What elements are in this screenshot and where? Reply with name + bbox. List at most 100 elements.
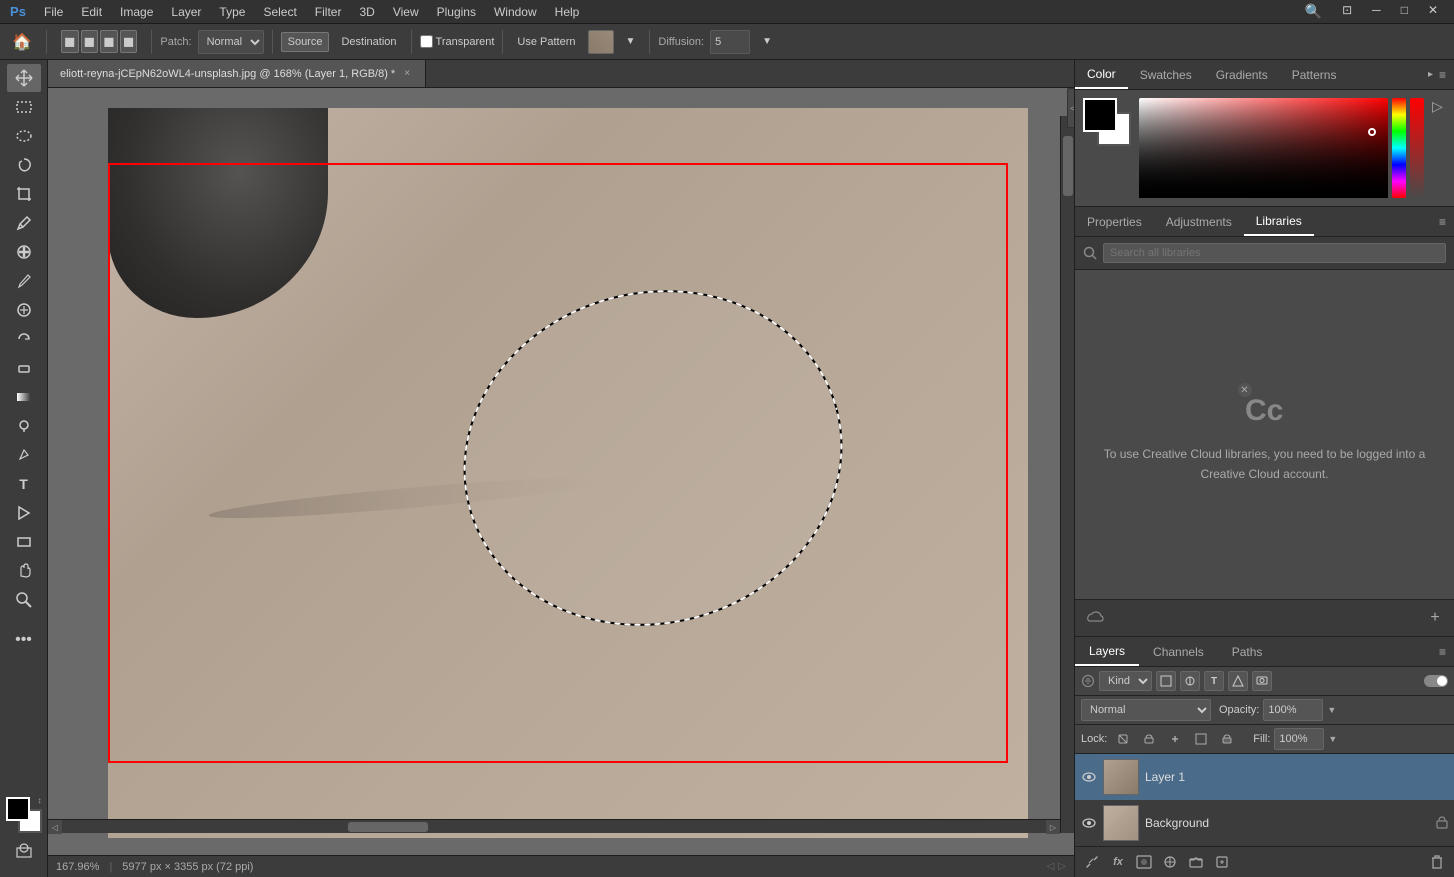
tool-eraser[interactable]: [7, 354, 41, 382]
add-mask-btn[interactable]: [1133, 851, 1155, 873]
panel-collapse-btn[interactable]: ▸: [1428, 69, 1433, 80]
canvas-container[interactable]: ◁ ▷: [48, 88, 1074, 855]
tab-layers[interactable]: Layers: [1075, 637, 1139, 666]
tool-move[interactable]: [7, 64, 41, 92]
lock-position-btn[interactable]: [1165, 729, 1185, 749]
blend-mode-select[interactable]: Normal: [1081, 699, 1211, 721]
source-btn[interactable]: Source: [281, 32, 330, 52]
canvas-scrollbar-right[interactable]: [1060, 116, 1074, 833]
scroll-right-btn[interactable]: ▷: [1046, 820, 1060, 834]
tab-close-btn[interactable]: ×: [401, 68, 413, 80]
filter-kind-select[interactable]: Kind: [1099, 671, 1152, 691]
color-hue-bar[interactable]: [1392, 98, 1406, 198]
lock-all-btn[interactable]: [1217, 729, 1237, 749]
tab-adjustments[interactable]: Adjustments: [1154, 207, 1244, 236]
tool-crop[interactable]: [7, 180, 41, 208]
cloud-icon[interactable]: [1083, 606, 1107, 630]
layer-row-1[interactable]: Layer 1: [1075, 754, 1454, 800]
tool-hand[interactable]: [7, 557, 41, 585]
tool-marquee-rect[interactable]: [7, 93, 41, 121]
background-visibility[interactable]: [1081, 815, 1097, 831]
transparent-checkbox[interactable]: [420, 35, 433, 48]
fx-btn[interactable]: fx: [1107, 851, 1129, 873]
patch-mode-select[interactable]: Normal: [198, 30, 264, 54]
panel-collapse-handle[interactable]: ◁: [1067, 88, 1074, 128]
panel-menu-btn[interactable]: ≡: [1439, 68, 1446, 82]
minimize-btn[interactable]: ─: [1364, 1, 1389, 22]
tool-pen[interactable]: [7, 441, 41, 469]
fg-bg-swatches[interactable]: [1083, 98, 1131, 146]
lock-pixels-btn[interactable]: [1139, 729, 1159, 749]
search-icon[interactable]: 🔍: [1297, 1, 1330, 22]
menu-layer[interactable]: Layer: [163, 3, 209, 21]
quick-mask-btn[interactable]: [7, 837, 41, 865]
color-swatches-widget[interactable]: ↕: [6, 797, 42, 833]
new-layer-btn[interactable]: [1211, 851, 1233, 873]
tool-clone[interactable]: [7, 296, 41, 324]
new-group-btn[interactable]: [1185, 851, 1207, 873]
layout-icon[interactable]: ⊡: [1334, 1, 1360, 22]
pattern-swatch[interactable]: [588, 30, 614, 54]
scroll-left-btn[interactable]: ◁: [48, 820, 62, 834]
menu-image[interactable]: Image: [112, 3, 161, 21]
color-spectrum[interactable]: [1139, 98, 1388, 198]
filter-shape-btn[interactable]: [1228, 671, 1248, 691]
tool-lasso[interactable]: [7, 151, 41, 179]
add-library-btn[interactable]: +: [1424, 607, 1446, 629]
tool-path-select[interactable]: [7, 499, 41, 527]
libraries-search-input[interactable]: [1103, 243, 1446, 263]
filter-type-btn[interactable]: T: [1204, 671, 1224, 691]
menu-edit[interactable]: Edit: [73, 3, 110, 21]
filter-adjust-btn[interactable]: [1180, 671, 1200, 691]
layers-panel-menu[interactable]: ≡: [1439, 645, 1446, 659]
pattern-dropdown[interactable]: ▼: [620, 33, 642, 50]
tool-shape[interactable]: [7, 528, 41, 556]
menu-file[interactable]: File: [36, 3, 71, 21]
tool-gradient[interactable]: [7, 383, 41, 411]
menu-3d[interactable]: 3D: [351, 3, 382, 21]
destination-btn[interactable]: Destination: [335, 33, 402, 51]
tool-zoom[interactable]: [7, 586, 41, 614]
use-pattern-btn[interactable]: Use Pattern: [511, 33, 581, 51]
color-alpha-bar[interactable]: [1410, 98, 1424, 198]
lock-artboard-btn[interactable]: [1191, 729, 1211, 749]
canvas-scrollbar-bottom[interactable]: ◁ ▷: [48, 819, 1060, 833]
tool-healing[interactable]: [7, 238, 41, 266]
menu-plugins[interactable]: Plugins: [429, 3, 484, 21]
filter-smart-btn[interactable]: [1252, 671, 1272, 691]
tab-patterns[interactable]: Patterns: [1280, 60, 1349, 89]
panel-expand-icon[interactable]: ▷: [1432, 98, 1446, 115]
opacity-dropdown[interactable]: ▼: [1327, 705, 1336, 715]
tab-color[interactable]: Color: [1075, 60, 1128, 89]
tab-libraries[interactable]: Libraries: [1244, 207, 1314, 236]
foreground-color-swatch[interactable]: [1083, 98, 1117, 132]
canvas-tab[interactable]: eliott-reyna-jCEpN62oWL4-unsplash.jpg @ …: [48, 60, 426, 87]
home-btn[interactable]: 🏠: [6, 29, 38, 55]
close-btn[interactable]: ✕: [1420, 1, 1446, 22]
filter-toggle[interactable]: [1424, 675, 1448, 687]
menu-help[interactable]: Help: [547, 3, 588, 21]
diffusion-input[interactable]: [710, 30, 750, 54]
tool-text[interactable]: T: [7, 470, 41, 498]
fill-input[interactable]: [1274, 728, 1324, 750]
menu-select[interactable]: Select: [255, 3, 304, 21]
fill-dropdown[interactable]: ▼: [1328, 734, 1337, 744]
filter-pixel-btn[interactable]: [1156, 671, 1176, 691]
tool-marquee-ellipse[interactable]: [7, 122, 41, 150]
tool-brush[interactable]: [7, 267, 41, 295]
tab-swatches[interactable]: Swatches: [1128, 60, 1204, 89]
layer-row-background[interactable]: Background: [1075, 800, 1454, 846]
scroll-right-indicator[interactable]: ▷: [1058, 861, 1066, 872]
menu-view[interactable]: View: [385, 3, 427, 21]
add-adjustment-btn[interactable]: [1159, 851, 1181, 873]
tab-paths[interactable]: Paths: [1218, 637, 1277, 666]
scroll-thumb[interactable]: [348, 822, 428, 832]
tool-eyedropper[interactable]: [7, 209, 41, 237]
tool-more[interactable]: •••: [7, 626, 41, 654]
menu-window[interactable]: Window: [486, 3, 545, 21]
transparent-check-label[interactable]: Transparent: [420, 35, 495, 48]
tool-dodge[interactable]: [7, 412, 41, 440]
tool-history-brush[interactable]: [7, 325, 41, 353]
diffusion-dropdown[interactable]: ▼: [756, 33, 778, 50]
scroll-left-indicator[interactable]: ◁: [1047, 861, 1055, 872]
